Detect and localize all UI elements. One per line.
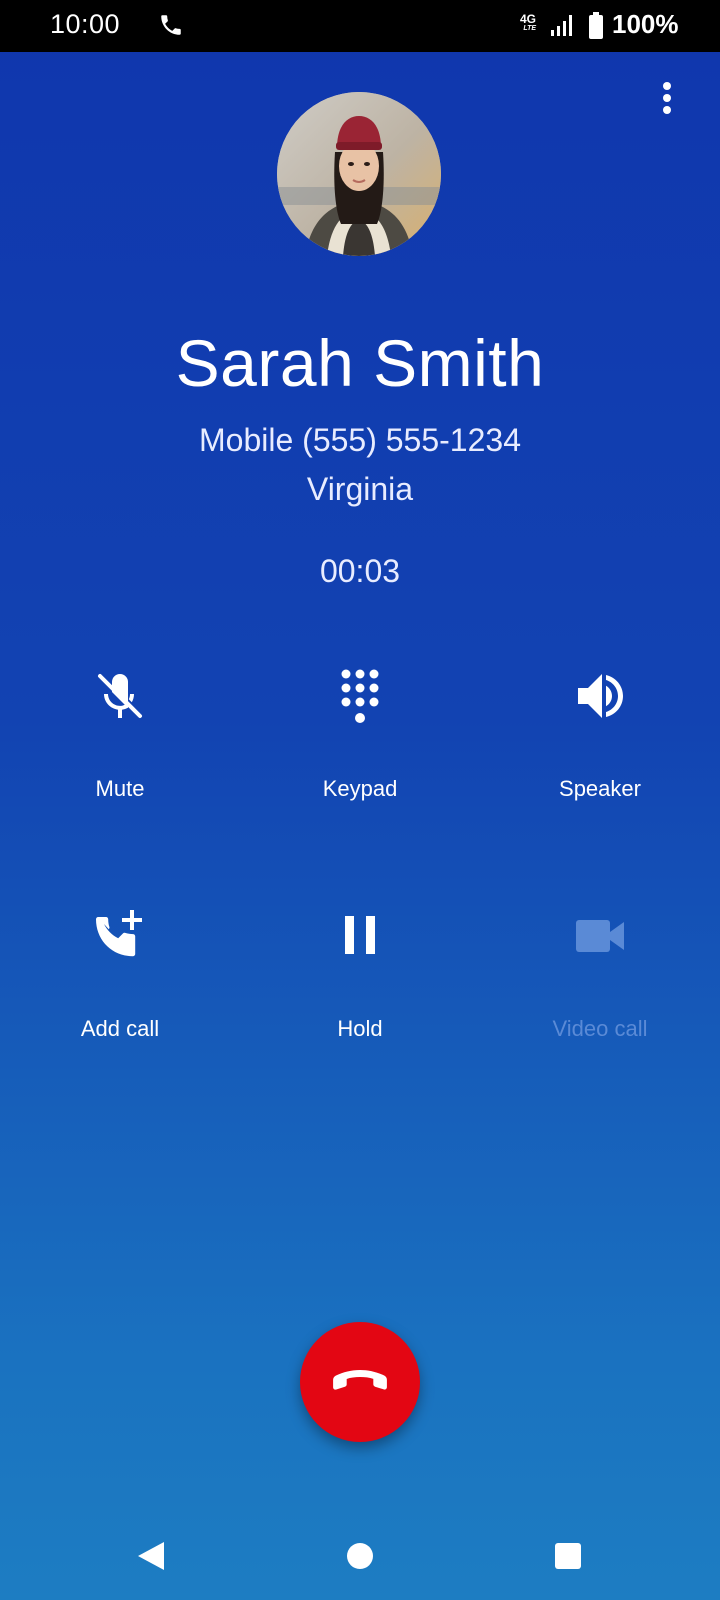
network-subtype: LTE <box>523 25 537 32</box>
speaker-label: Speaker <box>559 776 641 801</box>
keypad-label: Keypad <box>322 776 398 801</box>
video-call-button[interactable]: Video call <box>500 906 700 1076</box>
end-call-button[interactable] <box>300 1322 420 1442</box>
mute-label: Mute <box>95 776 145 801</box>
video-call-label: Video call <box>552 1016 648 1041</box>
battery-icon <box>589 12 603 39</box>
add-call-icon <box>96 910 142 957</box>
mic-off-icon <box>98 674 142 718</box>
videocam-icon <box>576 920 624 952</box>
status-bar: 10:00 4G LTE 100% <box>0 0 720 52</box>
volume-up-icon <box>578 674 623 718</box>
hold-label: Hold <box>337 1016 383 1041</box>
contact-photo <box>277 92 441 256</box>
speaker-button[interactable]: Speaker <box>500 666 700 836</box>
add-call-button[interactable]: Add call <box>20 906 220 1076</box>
status-time: 10:00 <box>50 9 121 39</box>
navigation-bar <box>0 1512 720 1600</box>
keypad-button[interactable]: Keypad <box>260 666 460 836</box>
more-vert-icon[interactable] <box>648 78 688 118</box>
dialpad-icon <box>341 669 379 723</box>
contact-number: Mobile (555) 555-1234 <box>199 422 521 458</box>
phone-icon <box>161 15 181 35</box>
mute-button[interactable]: Mute <box>20 666 220 836</box>
call-end-icon <box>333 1370 387 1390</box>
contact-avatar <box>277 92 441 256</box>
battery-percent: 100% <box>612 9 679 39</box>
call-timer: 00:03 <box>319 553 401 589</box>
back-icon[interactable] <box>128 1532 176 1580</box>
add-call-label: Add call <box>80 1016 160 1041</box>
signal-icon <box>551 15 572 36</box>
recents-icon[interactable] <box>544 1532 592 1580</box>
contact-location: Virginia <box>306 471 414 507</box>
network-indicator: 4G LTE <box>520 13 537 34</box>
home-icon[interactable] <box>336 1532 384 1580</box>
contact-name: Sarah Smith <box>175 326 545 400</box>
pause-icon <box>345 916 375 954</box>
hold-button[interactable]: Hold <box>260 906 460 1076</box>
